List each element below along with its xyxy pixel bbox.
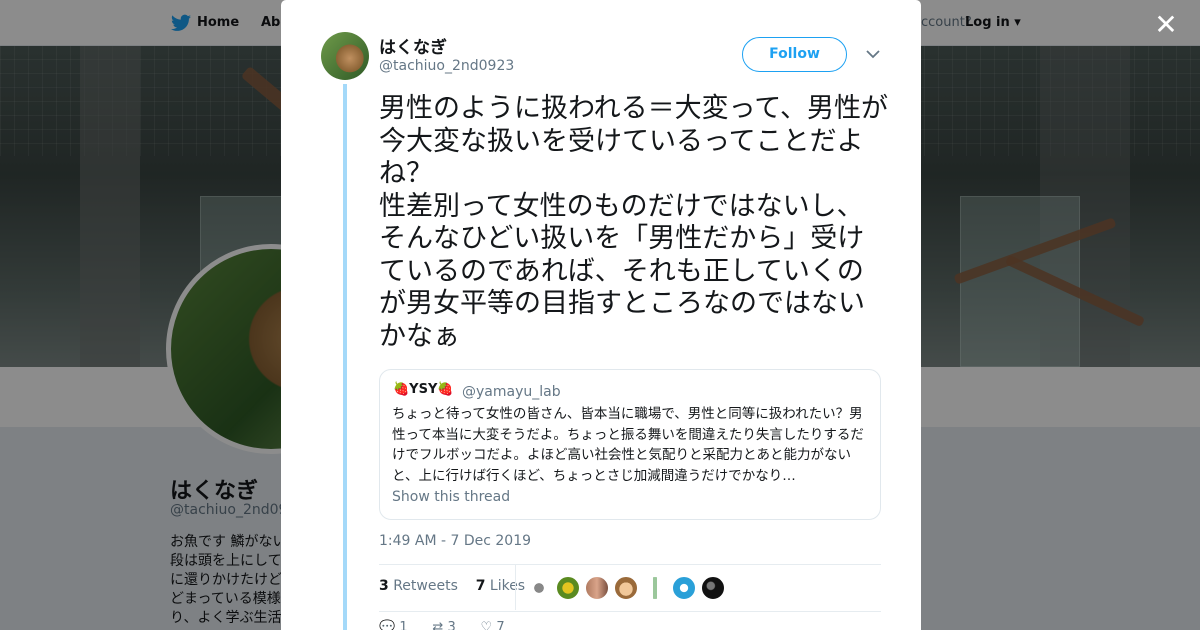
quoted-author-handle: @yamayu_lab — [462, 384, 561, 400]
liker-avatar[interactable] — [701, 576, 725, 600]
divider — [379, 564, 881, 565]
tweet-modal: はくなぎ @tachiuo_2nd0923 Follow 男性のように扱われる＝… — [281, 0, 921, 630]
thread-line — [343, 84, 347, 630]
divider — [379, 611, 881, 612]
heart-icon[interactable]: ♡ — [481, 620, 493, 630]
reply-icon[interactable]: 💬 — [379, 620, 395, 630]
stat-separator — [515, 565, 516, 610]
follow-button[interactable]: Follow — [742, 37, 847, 72]
likes-stat[interactable]: 7 Likes — [476, 578, 525, 594]
author-handle[interactable]: @tachiuo_2nd0923 — [379, 58, 514, 74]
likes-count: 7 — [475, 578, 486, 594]
liker-avatar[interactable] — [556, 576, 580, 600]
tweet-stats: 3 Retweets 7 Likes — [379, 578, 525, 594]
retweets-stat[interactable]: 3 Retweets — [379, 578, 458, 594]
tweet-text: 男性のように扱われる＝大変って、男性が今大変な扱いを受けているってことだよね？ … — [379, 93, 888, 352]
author-avatar[interactable] — [321, 32, 369, 80]
liker-avatar[interactable] — [585, 576, 609, 600]
liker-avatar[interactable] — [614, 576, 638, 600]
quoted-tweet-text: ちょっと待って女性の皆さん、皆本当に職場で、男性と同等に扱われたい？男性って本当… — [392, 406, 864, 484]
author-name[interactable]: はくなぎ — [379, 33, 447, 58]
tweet-actions: 💬 1 ⇄ 3 ♡ 7 — [379, 620, 505, 630]
quoted-tweet[interactable]: 🍓YSY🍓 @yamayu_lab ちょっと待って女性の皆さん、皆本当に職場で、… — [379, 369, 881, 520]
liker-avatar[interactable] — [527, 576, 551, 600]
retweet-action-count: 3 — [447, 620, 456, 630]
retweet-icon[interactable]: ⇄ — [432, 620, 443, 630]
likes-label: Likes — [489, 578, 526, 594]
retweets-label: Retweets — [393, 578, 458, 594]
retweets-count: 3 — [379, 578, 389, 594]
liker-avatar[interactable] — [643, 576, 667, 600]
show-thread-link[interactable]: Show this thread — [392, 489, 510, 505]
quoted-author-name: 🍓YSY🍓 — [393, 382, 454, 397]
tweet-timestamp[interactable]: 1:49 AM - 7 Dec 2019 — [379, 533, 531, 549]
close-icon[interactable]: ✕ — [1150, 10, 1182, 42]
reply-count: 1 — [399, 620, 408, 630]
liker-avatar[interactable] — [672, 576, 696, 600]
like-action-count: 7 — [496, 620, 505, 630]
chevron-down-icon[interactable] — [863, 44, 883, 64]
